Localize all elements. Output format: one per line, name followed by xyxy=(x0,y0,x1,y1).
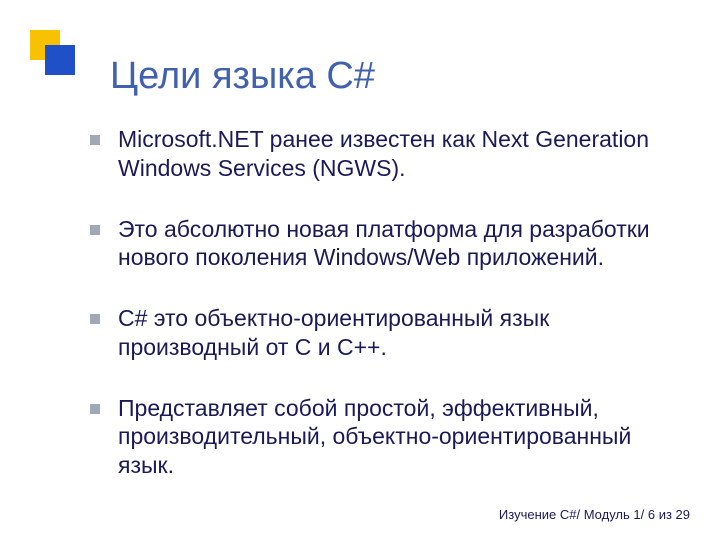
list-item: C# это объектно-ориентированный язык про… xyxy=(90,304,680,362)
decoration-blue-square xyxy=(45,45,75,75)
bullet-text: Представляет собой простой, эффективный,… xyxy=(118,394,680,480)
bullet-text: C# это объектно-ориентированный язык про… xyxy=(118,304,680,362)
bullet-square-icon xyxy=(90,314,100,324)
bullet-text: Microsoft.NET ранее известен как Next Ge… xyxy=(118,125,680,183)
list-item: Представляет собой простой, эффективный,… xyxy=(90,394,680,480)
slide-title: Цели языка C# xyxy=(110,55,375,98)
bullet-square-icon xyxy=(90,404,100,414)
list-item: Это абсолютно новая платформа для разраб… xyxy=(90,215,680,273)
slide-content: Microsoft.NET ранее известен как Next Ge… xyxy=(90,125,680,512)
bullet-square-icon xyxy=(90,225,100,235)
bullet-square-icon xyxy=(90,135,100,145)
list-item: Microsoft.NET ранее известен как Next Ge… xyxy=(90,125,680,183)
slide-footer: Изучение C#/ Модуль 1/ 6 из 29 xyxy=(499,507,690,522)
bullet-text: Это абсолютно новая платформа для разраб… xyxy=(118,215,680,273)
